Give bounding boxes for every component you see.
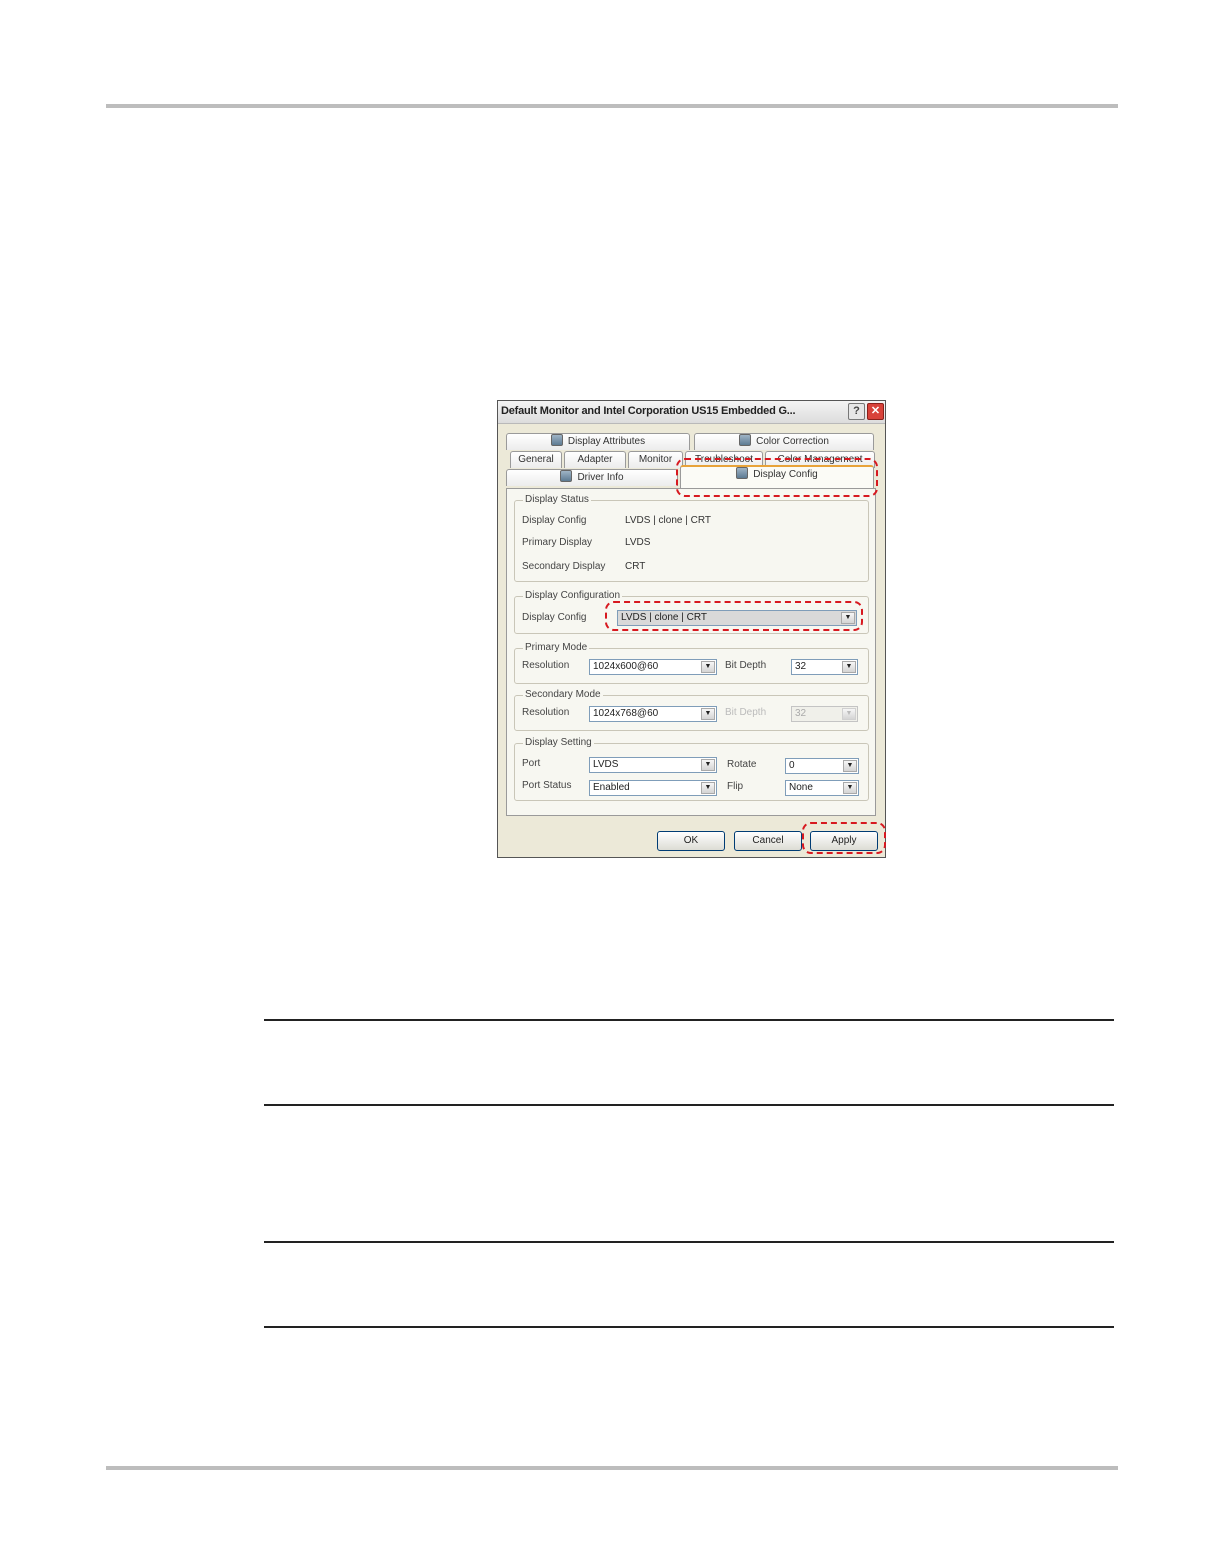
- display-config-label: Display Config: [522, 612, 587, 623]
- secondary-resolution-select[interactable]: 1024x768@60 ▼: [589, 706, 717, 722]
- display-settings-icon: [560, 470, 573, 482]
- tab-color-correction[interactable]: Color Correction: [694, 433, 874, 450]
- separator-line: [264, 1241, 1114, 1243]
- footer-rule: [106, 1466, 1118, 1470]
- group-title: Secondary Mode: [523, 689, 603, 700]
- tab-driver-info[interactable]: Driver Info: [506, 469, 678, 486]
- chevron-down-icon[interactable]: ▼: [701, 661, 715, 673]
- header-rule: [106, 104, 1118, 108]
- status-value: LVDS | clone | CRT: [625, 515, 711, 526]
- rotate-label: Rotate: [727, 759, 757, 770]
- status-label: Display Config: [522, 515, 587, 526]
- chevron-down-icon[interactable]: ▼: [701, 782, 715, 794]
- tab-adapter[interactable]: Adapter: [564, 451, 626, 468]
- port-status-label: Port Status: [522, 780, 572, 791]
- display-config-panel: Display Status Display Config LVDS | clo…: [506, 488, 876, 816]
- title-bar: Default Monitor and Intel Corporation US…: [498, 401, 885, 424]
- primary-bit-depth-select[interactable]: 32 ▼: [791, 659, 858, 675]
- flip-label: Flip: [727, 781, 744, 792]
- bit-depth-label: Bit Depth: [725, 660, 767, 671]
- status-value: LVDS: [625, 537, 651, 548]
- chevron-down-icon[interactable]: ▼: [843, 782, 857, 794]
- separator-line: [264, 1326, 1114, 1328]
- tab-display-attributes[interactable]: Display Attributes: [506, 433, 690, 450]
- port-status-select[interactable]: Enabled ▼: [589, 780, 717, 796]
- primary-mode-group: Primary Mode Resolution 1024x600@60 ▼ Bi…: [514, 642, 869, 684]
- display-setting-group: Display Setting Port LVDS ▼ Rotate 0 ▼ P…: [514, 737, 869, 801]
- rotate-select[interactable]: 0 ▼: [785, 758, 859, 774]
- separator-line: [264, 1019, 1114, 1021]
- highlight-apply-button: [802, 822, 886, 854]
- group-title: Primary Mode: [523, 642, 590, 653]
- tab-general[interactable]: General: [510, 451, 562, 468]
- port-select[interactable]: LVDS ▼: [589, 757, 717, 773]
- group-title: Display Configuration: [523, 590, 623, 601]
- status-label: Secondary Display: [522, 561, 606, 572]
- primary-resolution-select[interactable]: 1024x600@60 ▼: [589, 659, 717, 675]
- chevron-down-icon[interactable]: ▼: [842, 708, 856, 720]
- resolution-label: Resolution: [522, 660, 570, 671]
- display-settings-icon: [550, 434, 563, 446]
- flip-select[interactable]: None ▼: [785, 780, 859, 796]
- chevron-down-icon[interactable]: ▼: [701, 759, 715, 771]
- help-button[interactable]: ?: [848, 403, 865, 420]
- display-status-group: Display Status Display Config LVDS | clo…: [514, 494, 869, 582]
- group-title: Display Setting: [523, 737, 594, 748]
- tab-monitor[interactable]: Monitor: [628, 451, 683, 468]
- ok-button[interactable]: OK: [657, 831, 725, 851]
- secondary-bit-depth-select[interactable]: 32 ▼: [791, 706, 858, 722]
- close-button[interactable]: ✕: [867, 403, 884, 420]
- highlight-display-config-select: [605, 601, 863, 631]
- dialog-title: Default Monitor and Intel Corporation US…: [501, 405, 796, 417]
- resolution-label: Resolution: [522, 707, 570, 718]
- separator-line: [264, 1104, 1114, 1106]
- chevron-down-icon[interactable]: ▼: [701, 708, 715, 720]
- chevron-down-icon[interactable]: ▼: [842, 661, 856, 673]
- secondary-mode-group: Secondary Mode Resolution 1024x768@60 ▼ …: [514, 689, 869, 731]
- status-label: Primary Display: [522, 537, 593, 548]
- bit-depth-label: Bit Depth: [725, 707, 767, 718]
- status-value: CRT: [625, 561, 646, 572]
- cancel-button[interactable]: Cancel: [734, 831, 802, 851]
- display-settings-icon: [739, 434, 752, 446]
- chevron-down-icon[interactable]: ▼: [843, 760, 857, 772]
- port-label: Port: [522, 758, 541, 769]
- highlight-display-config-tab: [676, 458, 878, 497]
- group-title: Display Status: [523, 494, 591, 505]
